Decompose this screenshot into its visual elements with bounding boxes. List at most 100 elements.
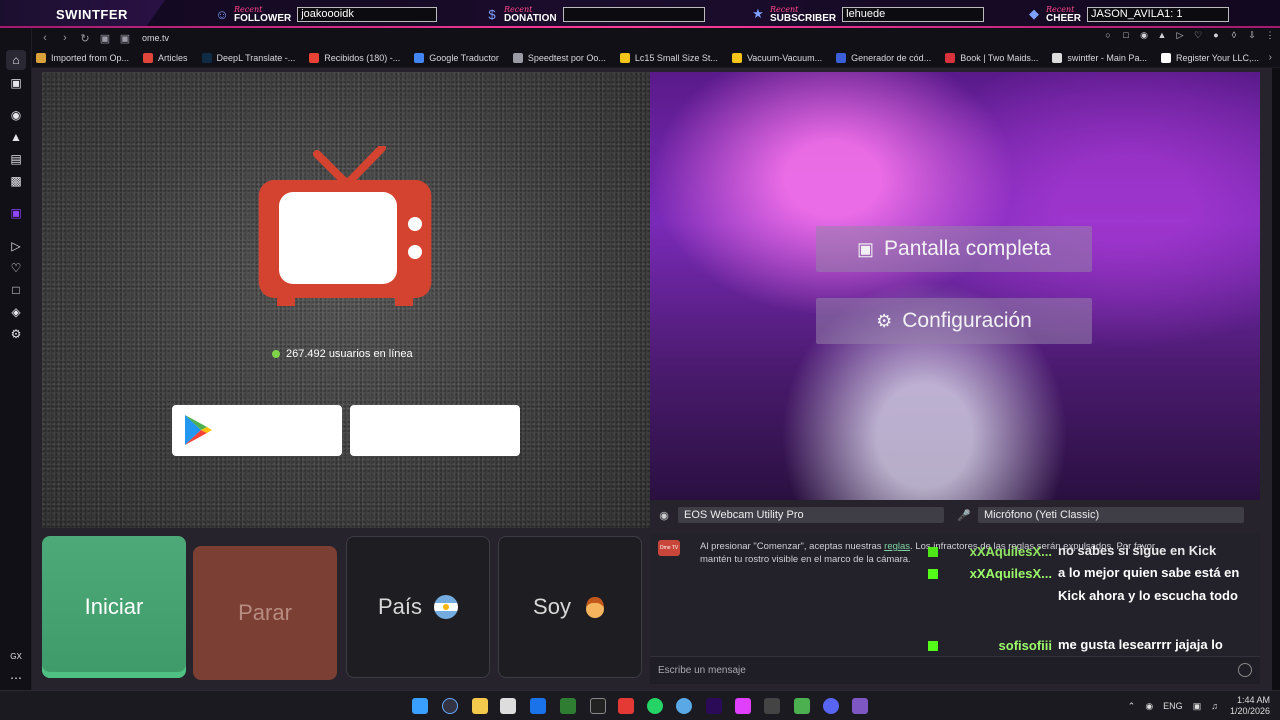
bookmark-item[interactable]: DeepL Translate -... (201, 52, 296, 63)
gender-button[interactable]: Soy (498, 536, 642, 678)
camera-icon[interactable]: ▣ (98, 32, 112, 45)
start-button[interactable]: Iniciar (42, 536, 186, 678)
bookmark-favicon-icon (512, 52, 523, 63)
emoji-icon[interactable] (1238, 663, 1252, 677)
music-icon[interactable]: ◉ (6, 105, 26, 125)
mic-tray-icon[interactable]: ◉ (1145, 701, 1153, 712)
bookmark-item[interactable]: Lc15 Small Size St... (619, 52, 718, 63)
clapper-icon[interactable] (852, 698, 868, 714)
gender-label: Soy (533, 594, 571, 619)
bookmark-label: Generador de cód... (851, 52, 932, 63)
file-explorer-icon[interactable] (472, 698, 488, 714)
user-icon: ☺ (215, 6, 229, 22)
language-indicator[interactable]: ENG (1163, 701, 1183, 711)
bookmark-item[interactable]: Book | Two Maids... (945, 52, 1038, 63)
bookmark-item[interactable]: swintfer - Main Pa... (1052, 52, 1147, 63)
chat-username: xXAquilesX... (969, 544, 1052, 559)
browser-icon[interactable] (676, 698, 692, 714)
argentina-flag-icon (434, 595, 459, 619)
mic-name: Micrófono (Yeti Classic) (978, 507, 1244, 523)
outlook-icon[interactable] (530, 698, 546, 714)
obs-icon[interactable] (764, 698, 780, 714)
mic-select[interactable]: 🎤 Micrófono (Yeti Classic) (950, 507, 1254, 523)
kick-icon (928, 569, 938, 579)
ometv-small-logo: Ome TV (658, 540, 680, 556)
extension-icon[interactable]: ◊ (1228, 30, 1240, 41)
aria-icon[interactable]: ▲ (6, 127, 26, 147)
player-icon[interactable]: ▷ (6, 236, 26, 256)
heart-toolbar-icon[interactable]: ♡ (1192, 30, 1204, 41)
device-bar: ◉ EOS Webcam Utility Pro 🎤 Micrófono (Ye… (650, 504, 1260, 526)
bookmark-favicon-icon (143, 52, 154, 63)
screenshot-icon[interactable]: □ (1120, 30, 1132, 41)
notes-icon[interactable]: □ (6, 280, 26, 300)
volume-icon[interactable]: ♫ (1211, 701, 1218, 711)
bookmark-item[interactable]: Google Traductor (414, 52, 499, 63)
bookmarks-bar: Imported from Op... Articles DeepL Transla… (32, 48, 1280, 68)
download-icon[interactable]: ⇩ (1246, 30, 1258, 41)
bookmark-item[interactable]: Generador de cód... (836, 52, 932, 63)
url-text[interactable]: ome.tv (142, 33, 169, 43)
bookmark-item[interactable]: Articles (143, 52, 188, 63)
opera-gx-icon[interactable] (618, 698, 634, 714)
settings-button[interactable]: ⚙ Configuración (816, 298, 1092, 344)
chat-panel: Ome TV Al presionar "Comenzar", aceptas … (650, 534, 1260, 684)
store-icon[interactable] (500, 698, 516, 714)
windows-taskbar: ⌃ ◉ ENG ▣ ♫ 1:44 AM 1/20/2026 (0, 690, 1280, 720)
extensions-icon[interactable]: ◈ (6, 302, 26, 322)
camera-select[interactable]: ◉ EOS Webcam Utility Pro (650, 507, 950, 523)
gamepad-icon[interactable]: ▣ (6, 73, 26, 93)
settings-icon[interactable]: ⚙ (6, 324, 26, 344)
reload-icon[interactable]: ↻ (78, 32, 92, 45)
bookmark-item[interactable]: Imported from Op... (36, 52, 129, 63)
clock[interactable]: 1:44 AM 1/20/2026 (1230, 695, 1270, 717)
windows-start-icon[interactable] (412, 698, 428, 714)
play-icon[interactable]: ▷ (1174, 30, 1186, 41)
shield-icon[interactable]: ▲ (1156, 30, 1168, 41)
box-icon[interactable]: ▩ (6, 171, 26, 191)
rules-link[interactable]: reglas (884, 541, 910, 552)
chevron-up-icon[interactable]: ⌃ (1128, 701, 1136, 712)
address-bar: ‹ › ↻ ▣ ▣ ome.tv ○ □ ◉ ▲ ▷ ♡ ● ◊ ⇩ ⋮ (32, 28, 1280, 48)
chat-input[interactable]: Escribe un mensaje (650, 656, 1260, 684)
chat-message: xXAquilesX... a lo mejor quien sabe está… (928, 565, 1258, 607)
bookmark-item[interactable]: Recibidos (180) -... (309, 52, 400, 63)
wallpaper-icon[interactable]: ▤ (6, 149, 26, 169)
heart-icon[interactable]: ♡ (6, 258, 26, 278)
pin-icon[interactable]: ○ (1102, 30, 1114, 41)
whatsapp-icon[interactable] (647, 698, 663, 714)
chat-input-placeholder: Escribe un mensaje (658, 665, 746, 676)
bookmark-item[interactable]: Vacuum-Vacuum... (731, 52, 822, 63)
discord-icon[interactable] (823, 698, 839, 714)
bookmark-item[interactable]: Register Your LLC,... (1160, 52, 1259, 63)
app-icon[interactable] (590, 698, 606, 714)
discord-green-icon[interactable] (794, 698, 810, 714)
google-play-button[interactable] (172, 405, 342, 456)
profile-icon[interactable]: ● (1210, 30, 1222, 41)
bookmark-favicon-icon (1052, 52, 1063, 63)
bookmark-label: DeepL Translate -... (216, 52, 296, 63)
instagram-icon[interactable] (735, 698, 751, 714)
online-counter: 267.492 usuarios en línea (272, 348, 413, 360)
search-icon[interactable] (442, 698, 458, 714)
camera-toolbar-icon[interactable]: ◉ (1138, 30, 1150, 41)
more-icon[interactable]: ⋯ (6, 668, 26, 688)
overlay-cheer: ◆ Recent CHEER JASON_AVILA1: 1 (1026, 2, 1230, 26)
country-button[interactable]: País (346, 536, 490, 678)
back-icon[interactable]: ‹ (38, 32, 52, 44)
forward-icon[interactable]: › (58, 32, 72, 44)
menu-icon[interactable]: ⋮ (1264, 30, 1276, 41)
premiere-icon[interactable] (706, 698, 722, 714)
app-store-button[interactable] (350, 405, 520, 456)
network-icon[interactable]: ▣ (1193, 701, 1202, 712)
fullscreen-button[interactable]: ▣ Pantalla completa (816, 226, 1092, 272)
gx-icon[interactable]: GX (6, 646, 26, 666)
bookmark-favicon-icon (36, 52, 46, 63)
home-icon[interactable]: ⌂ (6, 50, 26, 70)
stop-button[interactable]: Parar (193, 546, 337, 680)
twitch-icon[interactable]: ▣ (6, 203, 26, 223)
bookmark-item[interactable]: Speedtest por Oo... (512, 52, 606, 63)
excel-icon[interactable] (560, 698, 576, 714)
chevron-right-icon[interactable]: › (1269, 52, 1272, 63)
overlay-cheer-label: CHEER (1046, 13, 1082, 24)
